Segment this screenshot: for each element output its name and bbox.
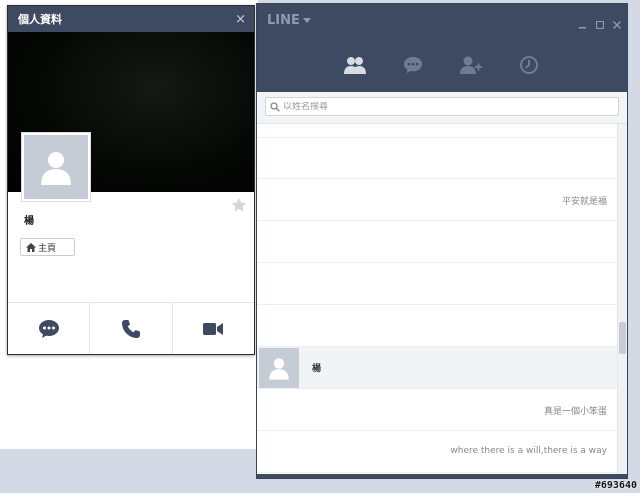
call-button[interactable] xyxy=(89,303,171,354)
add-friend-icon xyxy=(460,56,482,74)
close-icon xyxy=(613,21,621,29)
person-placeholder-icon xyxy=(41,152,71,185)
video-call-button[interactable] xyxy=(171,303,254,354)
list-item[interactable] xyxy=(257,221,627,263)
home-button[interactable]: 主頁 xyxy=(20,238,75,256)
scrollbar[interactable] xyxy=(617,124,627,474)
chat-button[interactable] xyxy=(8,303,89,354)
window-controls xyxy=(579,14,621,33)
app-title: LINE xyxy=(267,13,300,28)
home-button-label: 主頁 xyxy=(38,243,57,254)
tab-add-friend[interactable] xyxy=(459,53,483,77)
tab-friends[interactable] xyxy=(343,53,367,77)
friends-icon xyxy=(344,57,366,74)
friend-status: 真是一個小笨蛋 xyxy=(543,407,607,417)
list-item[interactable] xyxy=(257,138,627,179)
tab-timeline[interactable] xyxy=(517,53,541,77)
list-item[interactable] xyxy=(257,305,627,347)
maximize-icon xyxy=(595,20,605,30)
search-bar xyxy=(257,92,627,124)
line-main-window: LINE 以姓名搜尋 平安就是福 楊 真是一個小笨蛋 where there i… xyxy=(256,3,628,479)
list-item[interactable]: 平安就是福 xyxy=(257,179,627,221)
list-item[interactable]: where there is a will,there is a way xyxy=(257,431,627,473)
window-close-button[interactable] xyxy=(613,14,621,33)
star-icon[interactable] xyxy=(230,196,248,214)
chevron-down-icon xyxy=(302,17,311,23)
minimize-button[interactable] xyxy=(579,14,587,33)
search-icon xyxy=(270,101,280,112)
profile-titlebar: 個人資料 × xyxy=(8,6,254,32)
maximize-button[interactable] xyxy=(595,14,605,33)
tab-chats[interactable] xyxy=(401,53,425,77)
profile-name: 楊 xyxy=(24,216,34,227)
minimize-icon xyxy=(579,27,586,29)
avatar xyxy=(259,348,299,388)
main-header: LINE xyxy=(257,4,627,92)
friend-name: 楊 xyxy=(312,364,322,374)
window-bottom-border xyxy=(257,474,627,478)
chat-bubble-icon xyxy=(38,319,59,338)
home-icon xyxy=(26,242,36,252)
clock-icon xyxy=(520,56,538,74)
search-input[interactable] xyxy=(283,101,583,112)
chat-bubble-icon xyxy=(404,56,422,74)
profile-avatar[interactable] xyxy=(21,132,91,202)
profile-action-bar xyxy=(8,302,254,354)
friend-status: where there is a will,there is a way xyxy=(450,446,607,456)
friends-list: 平安就是福 楊 真是一個小笨蛋 where there is a will,th… xyxy=(257,124,627,474)
scrollbar-thumb[interactable] xyxy=(619,322,626,354)
profile-window-title: 個人資料 xyxy=(18,13,62,26)
person-placeholder-icon xyxy=(269,358,289,380)
close-button[interactable]: × xyxy=(235,12,246,27)
app-menu[interactable]: LINE xyxy=(267,13,311,28)
video-camera-icon xyxy=(203,322,224,335)
main-tabs xyxy=(257,50,627,80)
list-item-selected[interactable]: 楊 xyxy=(257,347,627,389)
phone-icon xyxy=(121,319,140,338)
list-top-partial xyxy=(257,124,627,138)
list-item[interactable]: 真是一個小笨蛋 xyxy=(257,389,627,431)
profile-window: 個人資料 × 楊 主頁 xyxy=(7,5,255,355)
friend-status: 平安就是福 xyxy=(561,197,607,207)
list-item[interactable] xyxy=(257,263,627,305)
watermark: #693640 xyxy=(594,480,637,491)
search-box xyxy=(265,97,619,116)
